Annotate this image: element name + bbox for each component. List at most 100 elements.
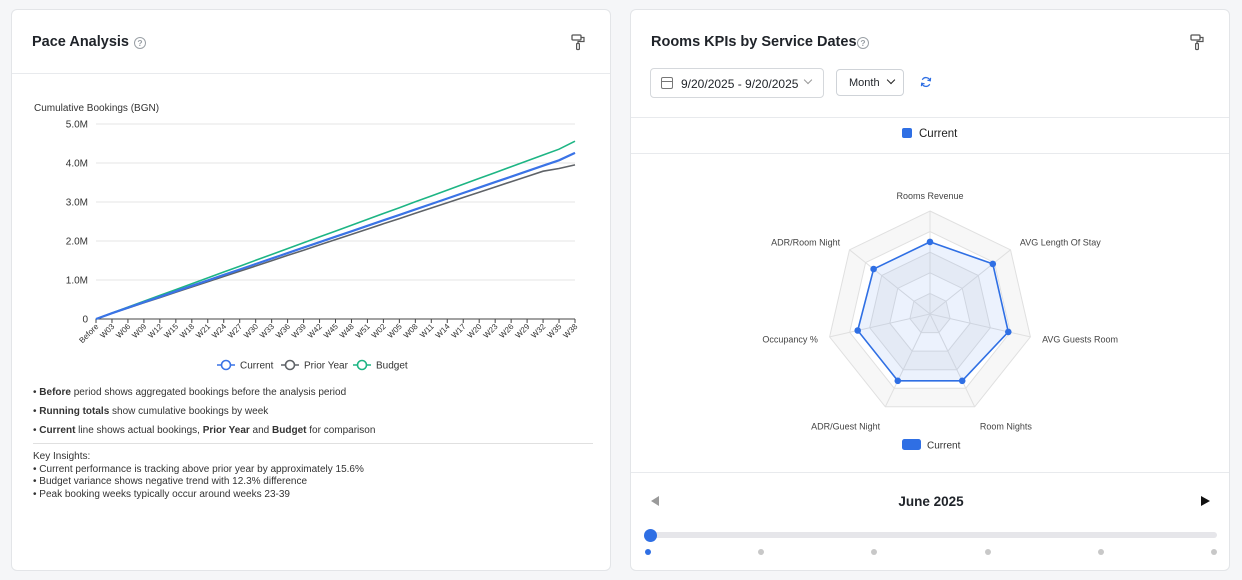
- x-tick-label: W21: [194, 322, 212, 340]
- legend-label: Current: [240, 361, 274, 372]
- y-axis-label: Cumulative Bookings (BGN): [34, 103, 159, 114]
- x-tick-label: W06: [114, 322, 132, 340]
- timeline-slider-track[interactable]: [651, 532, 1217, 538]
- key-insights: Key Insights: • Current performance is t…: [33, 451, 364, 501]
- x-tick-label: W32: [529, 322, 547, 340]
- x-tick-label: W14: [434, 322, 452, 340]
- pace-analysis-title: Pace Analysis: [32, 34, 129, 50]
- radar-point: [926, 238, 934, 246]
- timeline-dot[interactable]: [645, 549, 651, 555]
- x-tick-label: W11: [418, 322, 436, 340]
- legend-marker: [220, 359, 232, 371]
- x-tick-label: W42: [306, 322, 324, 340]
- x-tick-label: W48: [338, 322, 356, 340]
- radar-axis-label: AVG Guests Room: [1042, 335, 1118, 345]
- brush-icon[interactable]: [569, 33, 587, 51]
- calendar-icon: [661, 77, 673, 89]
- timeline-divider: [631, 472, 1229, 473]
- x-tick-label: W02: [370, 322, 388, 340]
- next-month-button[interactable]: [1201, 496, 1210, 506]
- radar-point: [989, 260, 997, 268]
- x-tick-label: W26: [498, 322, 516, 340]
- radar-axis-label: AVG Length Of Stay: [1020, 237, 1101, 247]
- note-line: • Current line shows actual bookings, Pr…: [33, 425, 376, 436]
- series-line-prior-year: [95, 164, 576, 320]
- period-select[interactable]: Month: [836, 69, 904, 96]
- x-tick-label: W36: [274, 322, 292, 340]
- legend-swatch: [902, 439, 921, 450]
- chevron-down-icon: [803, 75, 813, 85]
- x-tick-label: W27: [226, 322, 244, 340]
- legend-swatch: [902, 128, 912, 138]
- header-divider: [12, 73, 610, 74]
- x-tick-label: W45: [322, 322, 340, 340]
- legend-marker: [356, 359, 368, 371]
- radar-axis-label: Occupancy %: [762, 335, 818, 345]
- x-tick-label: Before: [77, 322, 100, 345]
- radar-point: [894, 377, 902, 385]
- pace-analysis-card: Pace Analysis ? Cumulative Bookings (BGN…: [11, 9, 611, 571]
- legend-label: Current: [927, 441, 961, 452]
- radar-point: [958, 377, 966, 385]
- date-range-picker[interactable]: 9/20/2025 - 9/20/2025: [650, 68, 824, 98]
- x-tick-label: W29: [514, 322, 532, 340]
- x-tick-label: W33: [258, 322, 276, 340]
- x-tick-label: W09: [130, 322, 148, 340]
- radar-axis-label: Room Nights: [980, 422, 1033, 432]
- refresh-icon[interactable]: [920, 76, 932, 88]
- rooms-kpis-card: Rooms KPIs by Service Dates ? 9/20/2025 …: [630, 9, 1230, 571]
- y-tick-label: 4.0M: [66, 159, 88, 170]
- x-tick-label: W18: [178, 322, 196, 340]
- rooms-kpis-title: Rooms KPIs by Service Dates: [651, 34, 857, 50]
- chevron-down-icon: [886, 75, 896, 85]
- x-tick-label: W24: [210, 322, 228, 340]
- radar-axis-label: Rooms Revenue: [896, 191, 963, 201]
- series-line-budget: [95, 140, 576, 320]
- insight-item: • Budget variance shows negative trend w…: [33, 476, 308, 487]
- x-tick-label: W15: [162, 322, 180, 340]
- toolbar-divider: [631, 117, 1229, 118]
- notes-divider: [33, 443, 593, 444]
- x-tick-label: W17: [450, 322, 468, 340]
- timeline-dot[interactable]: [1097, 549, 1104, 555]
- x-tick-label: W38: [561, 322, 579, 340]
- legend-marker: [284, 359, 296, 371]
- help-icon[interactable]: ?: [134, 37, 146, 49]
- timeline-dot[interactable]: [758, 549, 765, 555]
- insight-item: • Peak booking weeks typically occur aro…: [33, 488, 290, 500]
- timeline-dot[interactable]: [1211, 549, 1217, 555]
- x-tick-label: W39: [290, 322, 308, 340]
- pace-notes: • Before period shows aggregated booking…: [33, 386, 593, 443]
- note-line: • Running totals show cumulative booking…: [33, 406, 269, 417]
- pace-line-chart: Cumulative Bookings (BGN) 0 1.0M 2.0M 3.0M 4.…: [34, 103, 580, 372]
- legend-label: Budget: [376, 361, 408, 372]
- legend-divider: [631, 153, 1229, 154]
- period-select-value: Month: [849, 77, 880, 89]
- kpi-radar-chart: Rooms Revenue AVG Length Of Stay AVG Guest…: [762, 191, 1118, 452]
- legend-current[interactable]: Current: [902, 128, 957, 140]
- date-range-value: 9/20/2025 - 9/20/2025: [681, 77, 799, 91]
- x-tick-label: W20: [466, 322, 484, 340]
- y-tick-label: 1.0M: [66, 276, 88, 287]
- y-tick-label: 0: [82, 315, 88, 326]
- radar-point: [854, 327, 861, 334]
- x-tick-label: W51: [354, 322, 372, 340]
- timeline-month-label: June 2025: [898, 494, 964, 509]
- brush-icon[interactable]: [1188, 33, 1206, 51]
- help-icon[interactable]: ?: [857, 37, 869, 49]
- timeline-dot[interactable]: [984, 549, 991, 555]
- x-tick-label: W05: [386, 322, 404, 340]
- timeline-dot[interactable]: [871, 549, 878, 555]
- note-line: • Before period shows aggregated booking…: [33, 387, 347, 398]
- x-tick-label: W03: [98, 322, 116, 340]
- x-tick-label: W23: [482, 322, 500, 340]
- x-tick-label: W12: [146, 322, 164, 340]
- x-tick-label: W30: [242, 322, 260, 340]
- timeline-slider-thumb[interactable]: [644, 529, 657, 542]
- radar-point: [870, 265, 877, 273]
- insights-heading: Key Insights:: [33, 451, 91, 462]
- radar-point: [1005, 328, 1012, 336]
- insight-item: • Current performance is tracking above …: [33, 463, 364, 475]
- radar-axis-label: ADR/Room Night: [771, 237, 841, 247]
- y-tick-label: 2.0M: [66, 237, 88, 248]
